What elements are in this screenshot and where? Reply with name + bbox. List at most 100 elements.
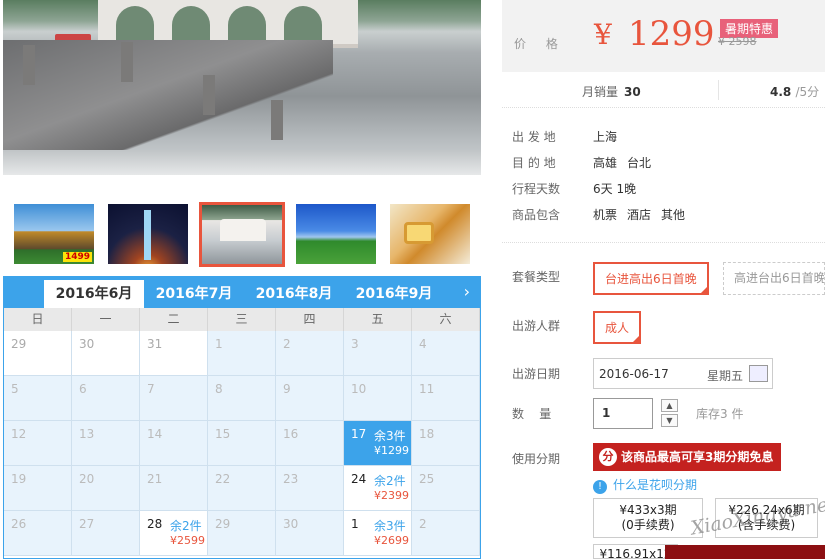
calendar-day: 9 xyxy=(276,376,344,421)
detail-value: 6天 1晚 xyxy=(593,182,637,196)
calendar-day: 30 xyxy=(72,331,140,376)
huabei-icon: 分 xyxy=(599,448,617,466)
day-number: 8 xyxy=(215,382,223,396)
package-option-2[interactable]: 高进台出6日首晚 xyxy=(723,262,825,295)
calendar-day: 13 xyxy=(72,421,140,466)
weekday-header: 一 xyxy=(72,308,140,331)
chevron-right-icon[interactable]: › xyxy=(464,281,470,303)
footer-bar xyxy=(665,545,825,559)
rating: 4.8 /5分 xyxy=(770,83,819,100)
calendar-day: 27 xyxy=(72,511,140,556)
tab-month-4[interactable]: 2016年9月 xyxy=(344,280,444,308)
price-label: 价 格 xyxy=(514,37,566,51)
detail-key: 商品包含 xyxy=(512,208,561,222)
detail-key: 目 的 地 xyxy=(512,156,556,170)
calendar-day: 2 xyxy=(412,511,480,556)
day-number: 11 xyxy=(419,382,435,396)
day-number: 26 xyxy=(11,517,27,531)
quantity-label: 数 量 xyxy=(512,407,552,421)
day-price: ¥2399 xyxy=(374,489,409,502)
day-number: 6 xyxy=(79,382,87,396)
calendar-day-available[interactable]: 17 余3件 ¥1299 xyxy=(344,421,412,466)
calendar-month-tabs: 2016年6月 2016年7月 2016年8月 2016年9月 › xyxy=(4,277,480,308)
thumbnail-5[interactable] xyxy=(390,204,470,264)
plaza-ground-shape xyxy=(3,150,481,175)
remaining-stock: 余3件 xyxy=(374,519,406,533)
detail-value: 台北 xyxy=(627,156,652,170)
quantity-input[interactable]: 1 xyxy=(593,398,653,429)
price-currency: ¥ xyxy=(594,18,612,51)
detail-values: 机票 酒店 其他 xyxy=(593,206,695,223)
day-number: 28 xyxy=(147,517,163,531)
calendar-day: 5 xyxy=(4,376,72,421)
calendar-day: 4 xyxy=(412,331,480,376)
day-number: 4 xyxy=(419,337,427,351)
calendar-day: 21 xyxy=(140,466,208,511)
calendar-day: 23 xyxy=(276,466,344,511)
monthly-sales: 月销量 30 xyxy=(582,83,641,100)
thumbnail-4[interactable] xyxy=(296,204,376,264)
detail-key: 出 发 地 xyxy=(512,130,556,144)
day-number: 2 xyxy=(283,337,291,351)
day-number: 27 xyxy=(79,517,95,531)
tab-month-3[interactable]: 2016年8月 xyxy=(244,280,344,308)
day-number: 13 xyxy=(79,427,95,441)
travel-date-value: 2016-06-17 xyxy=(599,367,669,381)
installment-button[interactable]: 分 该商品最高可享3期分期免息 xyxy=(593,443,781,471)
calendar-day: 15 xyxy=(208,421,276,466)
calendar-day: 2 xyxy=(276,331,344,376)
product-page: 1499 2016年6月 2016年7月 2016年8月 2016年9月 › 日… xyxy=(0,0,825,559)
weekday-header: 日 xyxy=(4,308,72,331)
weekday-header: 二 xyxy=(140,308,208,331)
installment-help-link[interactable]: ! 什么是花呗分期 xyxy=(593,476,697,494)
installment-plan-3[interactable]: ¥433x3期 (0手续费) xyxy=(593,498,703,538)
day-number: 12 xyxy=(11,427,27,441)
calendar-day-available[interactable]: 24 余2件 ¥2399 xyxy=(344,466,412,511)
calendar-day: 19 xyxy=(4,466,72,511)
tab-month-1[interactable]: 2016年6月 xyxy=(44,280,144,308)
day-number: 22 xyxy=(215,472,231,486)
calendar-day: 22 xyxy=(208,466,276,511)
quantity-up-icon[interactable]: ▲ xyxy=(661,399,678,412)
traveler-option-adult[interactable]: 成人 xyxy=(593,311,642,344)
calendar-day: 6 xyxy=(72,376,140,421)
thumbnail-price-badge: 1499 xyxy=(62,252,92,262)
calendar-day-available[interactable]: 1 余3件 ¥2699 xyxy=(344,511,412,556)
calendar-day: 7 xyxy=(140,376,208,421)
detail-values: 高雄 台北 xyxy=(593,154,661,171)
day-price: ¥1299 xyxy=(374,444,409,457)
day-number: 2 xyxy=(419,517,427,531)
thumbnail-1[interactable]: 1499 xyxy=(14,204,94,264)
travel-date-input[interactable]: 2016-06-17 星期五 xyxy=(593,358,773,389)
quantity-down-icon[interactable]: ▼ xyxy=(661,414,678,427)
detail-value: 高雄 xyxy=(593,156,618,170)
installment-button-label: 该商品最高可享3期分期免息 xyxy=(621,450,774,464)
thumbnail-3-selected[interactable] xyxy=(199,202,285,267)
tab-month-2[interactable]: 2016年7月 xyxy=(144,280,244,308)
day-number: 10 xyxy=(351,382,367,396)
package-option-1-label: 台进高出6日首晚 xyxy=(605,272,697,286)
weekday-header: 四 xyxy=(276,308,344,331)
departure-calendar: 2016年6月 2016年7月 2016年8月 2016年9月 › 日一二三四五… xyxy=(3,276,481,559)
price-panel: 价 格 ¥ 1299 暑期特惠 ¥ 2598 xyxy=(502,0,825,72)
calendar-day-available[interactable]: 28 余2件 ¥2599 xyxy=(140,511,208,556)
calendar-icon[interactable] xyxy=(749,365,768,382)
installment-help-text: 什么是花呗分期 xyxy=(613,478,698,492)
thumbnail-2[interactable] xyxy=(108,204,188,264)
rating-max: /5分 xyxy=(795,85,820,99)
package-option-1[interactable]: 台进高出6日首晚 xyxy=(593,262,709,295)
calendar-day: 11 xyxy=(412,376,480,421)
detail-key: 行程天数 xyxy=(512,182,561,196)
day-number: 15 xyxy=(215,427,231,441)
calendar-day: 25 xyxy=(412,466,480,511)
day-number: 23 xyxy=(283,472,299,486)
calendar-day: 29 xyxy=(4,331,72,376)
remaining-stock: 余2件 xyxy=(374,474,406,488)
day-number: 29 xyxy=(215,517,231,531)
plan-amount: ¥433x3期 xyxy=(619,503,677,517)
detail-value: 上海 xyxy=(593,130,618,144)
calendar-day: 10 xyxy=(344,376,412,421)
info-icon: ! xyxy=(593,480,607,494)
day-number: 1 xyxy=(215,337,223,351)
calendar-day: 14 xyxy=(140,421,208,466)
